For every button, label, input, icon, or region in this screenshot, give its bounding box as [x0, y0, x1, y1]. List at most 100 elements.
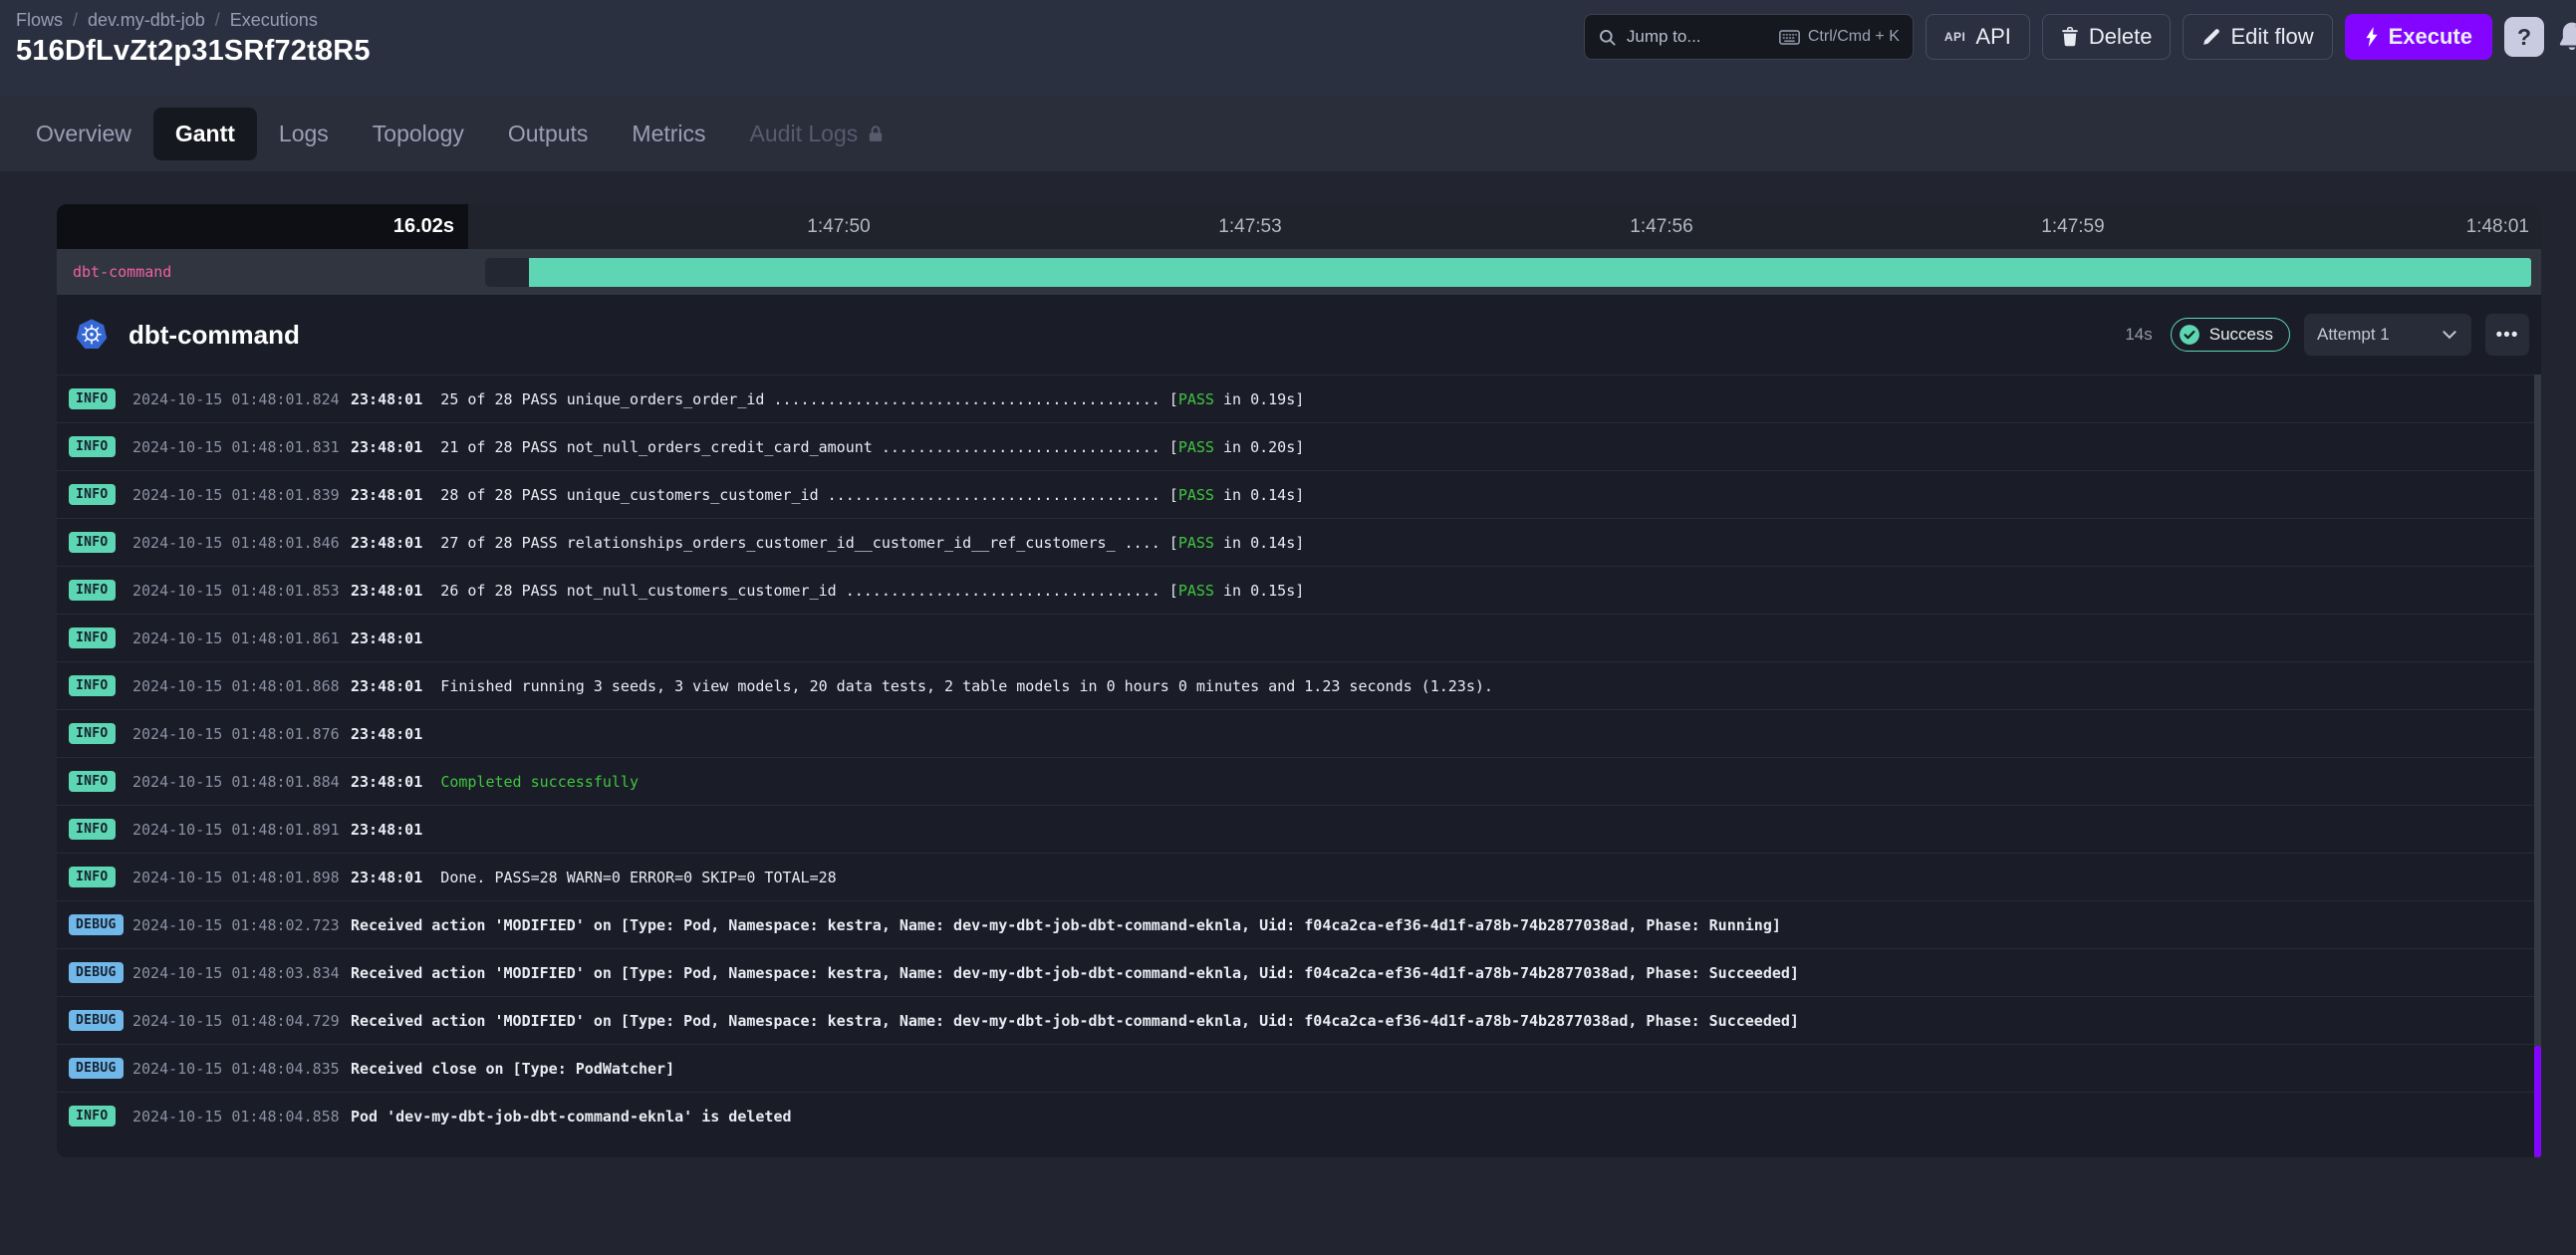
log-level-badge: INFO	[69, 388, 116, 409]
tab-label: Audit Logs	[749, 120, 859, 146]
breadcrumb-item[interactable]: dev.my-dbt-job	[88, 10, 205, 31]
log-message-part: 23:48:01	[351, 772, 423, 791]
api-button[interactable]: API API	[1925, 14, 2030, 60]
topbar-actions: Jump to... Ctrl/Cmd + K API API Delete E…	[1583, 14, 2576, 60]
help-button[interactable]: ?	[2504, 17, 2544, 57]
log-message: Pod 'dev-my-dbt-job-dbt-command-eknla' i…	[351, 1108, 792, 1126]
jump-to-search[interactable]: Jump to... Ctrl/Cmd + K	[1583, 14, 1914, 60]
log-message-part: in 0.15s]	[1213, 581, 1305, 600]
breadcrumb-item[interactable]: Flows	[16, 10, 63, 31]
log-level-cell: INFO	[69, 628, 132, 648]
log-message: 23:48:01 Completed successfully	[351, 773, 639, 791]
timeline-tick: 1:47:59	[2041, 216, 2105, 237]
log-message-part: 23:48:01	[351, 820, 423, 839]
log-message-part: 23:48:01	[351, 533, 423, 552]
log-row: DEBUG 2024-10-15 01:48:04.729 Received act…	[57, 996, 2541, 1044]
log-timestamp: 2024-10-15 01:48:01.831	[132, 437, 340, 456]
log-row: INFO 2024-10-15 01:48:01.861 23:48:01	[57, 614, 2541, 661]
log-message-part: Received action 'MODIFIED' on [Type: Pod…	[351, 915, 1781, 934]
log-message-part: 23:48:01	[351, 485, 423, 504]
notifications-button[interactable]	[2556, 17, 2576, 57]
log-message: 23:48:01 Done. PASS=28 WARN=0 ERROR=0 SK…	[351, 869, 837, 886]
log-level-badge: DEBUG	[69, 914, 124, 935]
log-row: INFO 2024-10-15 01:48:01.891 23:48:01	[57, 805, 2541, 853]
timeline-tick: 1:48:01	[2465, 216, 2529, 237]
log-timestamp: 2024-10-15 01:48:02.723	[132, 915, 340, 934]
log-level-cell: INFO	[69, 532, 132, 553]
log-message: Received close on [Type: PodWatcher]	[351, 1060, 674, 1078]
log-message-part: Received action 'MODIFIED' on [Type: Pod…	[351, 1011, 1799, 1030]
log-timestamp: 2024-10-15 01:48:03.834	[132, 963, 340, 982]
log-level-cell: DEBUG	[69, 914, 132, 935]
log-level-cell: INFO	[69, 867, 132, 887]
page-title: 516DfLvZt2p31SRf72t8R5	[16, 35, 371, 67]
tab-logs[interactable]: Logs	[257, 108, 351, 160]
breadcrumb-separator: /	[214, 10, 220, 30]
search-placeholder: Jump to...	[1626, 27, 1701, 46]
log-message-part: 23:48:01	[351, 437, 423, 456]
execute-button[interactable]: Execute	[2344, 14, 2492, 60]
log-message: 23:48:01	[351, 821, 422, 839]
log-message-part: in 0.20s]	[1213, 437, 1305, 456]
log-row: DEBUG 2024-10-15 01:48:02.723 Received act…	[57, 900, 2541, 948]
breadcrumb-item[interactable]: Executions	[230, 10, 318, 31]
log-message-part: 23:48:01	[351, 389, 423, 408]
log-message-part	[422, 773, 440, 791]
topbar: Flows / dev.my-dbt-job / Executions 516DfLvZ…	[0, 0, 2576, 96]
log-message-part: 28 of 28 PASS unique_customers_customer_…	[422, 485, 1178, 504]
gantt-ticks: 1:47:50 1:47:53 1:47:56 1:47:59 1:48:01	[468, 204, 2541, 249]
tab-outputs[interactable]: Outputs	[486, 108, 611, 160]
search-icon	[1599, 29, 1616, 46]
log-message-part: 23:48:01	[351, 581, 423, 600]
execute-button-label: Execute	[2388, 24, 2472, 49]
log-message: 23:48:01 27 of 28 PASS relationships_ord…	[351, 534, 1304, 552]
more-options-button[interactable]: •••	[2485, 314, 2529, 356]
log-level-cell: INFO	[69, 436, 132, 457]
task-title: dbt-command	[129, 319, 300, 350]
gantt-task-bar[interactable]	[485, 258, 2531, 287]
log-timestamp: 2024-10-15 01:48:01.853	[132, 581, 340, 600]
search-shortcut: Ctrl/Cmd + K	[1778, 28, 1900, 46]
tab-bar: Overview Gantt Logs Topology Outputs Metrics A…	[0, 96, 2576, 171]
pencil-icon	[2203, 28, 2220, 45]
log-message-part: PASS	[1177, 437, 1214, 456]
tab-metrics[interactable]: Metrics	[610, 108, 727, 160]
log-level-cell: DEBUG	[69, 962, 132, 983]
attempt-select[interactable]: Attempt 1	[2304, 314, 2471, 356]
tab-label: Overview	[36, 120, 131, 146]
log-message: Received action 'MODIFIED' on [Type: Pod…	[351, 1012, 1799, 1030]
log-message-part: 23:48:01	[351, 724, 423, 743]
gantt-task-row: dbt-command	[57, 249, 2541, 295]
tab-topology[interactable]: Topology	[351, 108, 486, 160]
log-message-part: PASS	[1177, 485, 1214, 504]
log-scrollbar-thumb[interactable]	[2534, 1046, 2541, 1157]
log-message-part: Pod 'dev-my-dbt-job-dbt-command-eknla' i…	[351, 1107, 792, 1126]
tab-overview[interactable]: Overview	[14, 108, 153, 160]
log-timestamp: 2024-10-15 01:48:01.868	[132, 676, 340, 695]
log-row: INFO 2024-10-15 01:48:01.831 23:48:01 21 o…	[57, 422, 2541, 470]
check-circle-icon	[2179, 325, 2199, 345]
log-message-part: in 0.19s]	[1213, 389, 1305, 408]
log-message: 23:48:01 Finished running 3 seeds, 3 vie…	[351, 677, 1493, 695]
chevron-down-icon	[2443, 331, 2456, 340]
log-level-badge: INFO	[69, 436, 116, 457]
tab-label: Gantt	[174, 120, 235, 146]
timeline-tick: 1:47:50	[807, 216, 871, 237]
api-icon: API	[1943, 30, 1966, 44]
log-row: INFO 2024-10-15 01:48:01.884 23:48:01 Comp…	[57, 757, 2541, 805]
edit-flow-button[interactable]: Edit flow	[2183, 14, 2333, 60]
gantt-bar-created-segment	[485, 258, 529, 287]
tab-gantt[interactable]: Gantt	[152, 107, 257, 160]
log-message-part: Done. PASS=28 WARN=0 ERROR=0 SKIP=0 TOTA…	[422, 868, 837, 886]
log-scrollbar-track[interactable]	[2534, 375, 2541, 1157]
delete-button[interactable]: Delete	[2041, 14, 2172, 60]
log-level-cell: INFO	[69, 675, 132, 696]
tab-audit-logs: Audit Logs	[728, 108, 906, 160]
lightning-icon	[2366, 27, 2378, 47]
log-timestamp: 2024-10-15 01:48:01.891	[132, 820, 340, 839]
log-row: DEBUG 2024-10-15 01:48:03.834 Received act…	[57, 948, 2541, 996]
log-message-part: Received action 'MODIFIED' on [Type: Pod…	[351, 963, 1799, 982]
log-timestamp: 2024-10-15 01:48:01.898	[132, 868, 340, 886]
timeline-tick: 1:47:53	[1218, 216, 1282, 237]
log-row: INFO 2024-10-15 01:48:01.898 23:48:01 Done…	[57, 853, 2541, 900]
